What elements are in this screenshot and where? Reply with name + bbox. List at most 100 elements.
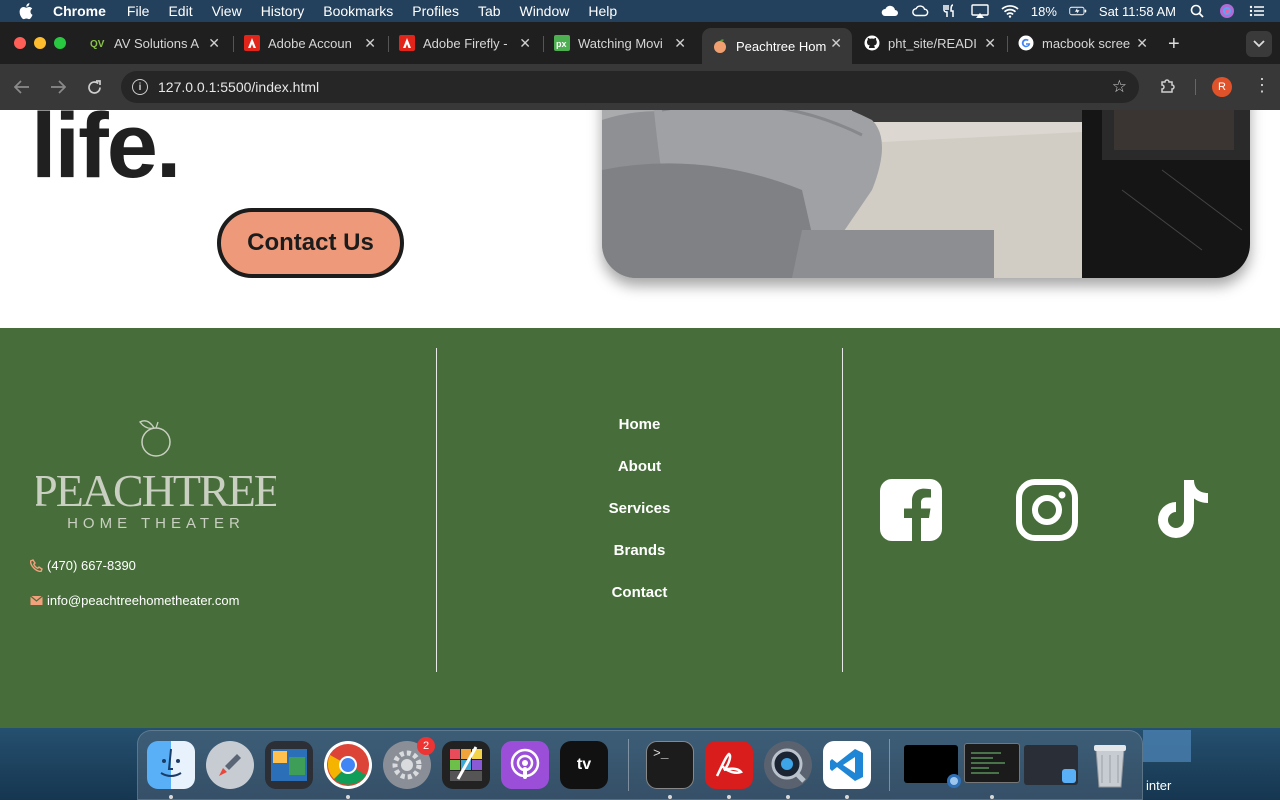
- adobe-icon: [244, 35, 260, 51]
- site-info-icon[interactable]: i: [132, 79, 148, 95]
- tab-google-search[interactable]: macbook scree ✕: [1008, 28, 1158, 58]
- pixelmator-icon[interactable]: [442, 741, 490, 789]
- tab-strip: QV AV Solutions A ✕ Adobe Accoun ✕ Adobe…: [0, 22, 1280, 64]
- tab-peachtree-home[interactable]: Peachtree Hom ✕: [702, 28, 852, 64]
- launchpad-rocket-icon[interactable]: [206, 741, 254, 789]
- tab-title: Peachtree Hom: [736, 38, 827, 54]
- fork-knife-icon[interactable]: [941, 4, 959, 18]
- system-settings-icon[interactable]: 2: [383, 737, 435, 789]
- adobe-icon: [399, 35, 415, 51]
- desktop-folder-thumbnail[interactable]: [1143, 730, 1191, 762]
- menu-view[interactable]: View: [212, 3, 242, 19]
- tab-title: pht_site/READI: [888, 35, 977, 51]
- email-text: info@peachtreehometheater.com: [47, 593, 240, 608]
- footer-link-brands[interactable]: Brands: [437, 542, 842, 584]
- address-bar[interactable]: i 127.0.0.1:5500/index.html ☆: [121, 71, 1139, 103]
- living-room-image: [602, 110, 1250, 278]
- new-tab-button[interactable]: +: [1168, 33, 1180, 56]
- profile-avatar[interactable]: R: [1212, 77, 1232, 97]
- menu-history[interactable]: History: [261, 3, 305, 19]
- close-tab-icon[interactable]: ✕: [364, 35, 376, 52]
- menu-profiles[interactable]: Profiles: [412, 3, 459, 19]
- minimize-window-button[interactable]: [34, 37, 46, 49]
- finder-window-thumbnail[interactable]: [1024, 745, 1078, 785]
- tab-github-readme[interactable]: pht_site/READI ✕: [854, 28, 1006, 58]
- vscode-icon[interactable]: [823, 741, 871, 789]
- footer-email[interactable]: info@peachtreehometheater.com: [30, 593, 239, 608]
- footer-link-home[interactable]: Home: [437, 416, 842, 458]
- control-center-icon[interactable]: [1248, 4, 1266, 18]
- wifi-icon[interactable]: [1001, 4, 1019, 18]
- contact-us-button[interactable]: Contact Us: [217, 208, 404, 278]
- close-tab-icon[interactable]: ✕: [1136, 35, 1148, 52]
- acrobat-icon[interactable]: [705, 741, 753, 789]
- peachtree-logo[interactable]: PEACHTREE HOME THEATER: [32, 418, 282, 534]
- chrome-icon[interactable]: [324, 741, 372, 789]
- menu-app-chrome[interactable]: Chrome: [53, 3, 106, 19]
- finder-icon[interactable]: [147, 741, 195, 789]
- trash-icon[interactable]: [1086, 741, 1134, 789]
- logo-wordmark: PEACHTREE: [36, 465, 276, 516]
- creative-cloud-icon[interactable]: [911, 4, 929, 18]
- bookmark-star-icon[interactable]: ☆: [1112, 77, 1127, 97]
- menu-edit[interactable]: Edit: [168, 3, 192, 19]
- macos-menu-bar: Chrome File Edit View History Bookmarks …: [0, 0, 1280, 22]
- tab-adobe-firefly[interactable]: Adobe Firefly - ✕: [389, 28, 541, 58]
- footer-link-services[interactable]: Services: [437, 500, 842, 542]
- hero-heading: life.: [31, 110, 181, 197]
- tiktok-icon[interactable]: [1150, 478, 1214, 542]
- footer-link-contact[interactable]: Contact: [437, 584, 842, 626]
- zoom-window-button[interactable]: [54, 37, 66, 49]
- image-capture-icon[interactable]: [265, 741, 313, 789]
- spotlight-search-icon[interactable]: [1188, 4, 1206, 18]
- qv-icon: QV: [90, 35, 106, 51]
- reload-icon[interactable]: [84, 77, 104, 97]
- site-footer: PEACHTREE HOME THEATER (470) 667-8390 in…: [0, 328, 1280, 728]
- siri-icon[interactable]: [1218, 4, 1236, 18]
- menu-file[interactable]: File: [127, 3, 150, 19]
- close-tab-icon[interactable]: ✕: [984, 35, 996, 52]
- airplay-icon[interactable]: [971, 4, 989, 18]
- close-tab-icon[interactable]: ✕: [674, 35, 686, 52]
- tab-title: Adobe Firefly -: [423, 35, 508, 51]
- close-tab-icon[interactable]: ✕: [830, 35, 842, 52]
- envelope-icon: [30, 594, 43, 607]
- close-tab-icon[interactable]: ✕: [208, 35, 220, 52]
- close-window-button[interactable]: [14, 37, 26, 49]
- tab-title: Watching Movi: [578, 35, 663, 51]
- extensions-puzzle-icon[interactable]: [1159, 77, 1177, 95]
- tab-av-solutions[interactable]: QV AV Solutions A ✕: [80, 28, 230, 58]
- podcasts-icon[interactable]: [501, 741, 549, 789]
- forward-arrow-icon[interactable]: [48, 77, 68, 97]
- menu-bookmarks[interactable]: Bookmarks: [323, 3, 393, 19]
- window-controls: [14, 37, 66, 49]
- window-thumbnail-dark[interactable]: [904, 745, 961, 788]
- url-text[interactable]: 127.0.0.1:5500/index.html: [158, 79, 319, 95]
- terminal-icon[interactable]: >_: [646, 741, 694, 789]
- terminal-window-thumbnail[interactable]: [964, 743, 1020, 783]
- desktop-item-label[interactable]: inter: [1146, 778, 1171, 793]
- menu-help[interactable]: Help: [588, 3, 617, 19]
- close-tab-icon[interactable]: ✕: [519, 35, 531, 52]
- tab-search-button[interactable]: [1246, 31, 1272, 57]
- svg-text:QV: QV: [90, 39, 105, 49]
- apple-icon[interactable]: [19, 2, 37, 20]
- facebook-icon[interactable]: [879, 478, 943, 542]
- tab-adobe-account[interactable]: Adobe Accoun ✕: [234, 28, 386, 58]
- menubar-clock[interactable]: Sat 11:58 AM: [1099, 4, 1176, 19]
- footer-phone[interactable]: (470) 667-8390: [30, 558, 136, 573]
- notification-badge: 2: [417, 737, 435, 755]
- more-menu-icon[interactable]: ⋮: [1253, 76, 1271, 94]
- tab-title: AV Solutions A: [114, 35, 200, 51]
- back-arrow-icon[interactable]: [12, 77, 32, 97]
- cloud-sync-icon[interactable]: [881, 4, 899, 18]
- quicktime-icon[interactable]: [764, 741, 812, 789]
- phone-icon: [30, 559, 43, 572]
- apple-tv-icon[interactable]: tv: [560, 741, 608, 789]
- tab-watching-movies[interactable]: px Watching Movi ✕: [544, 28, 696, 58]
- battery-icon[interactable]: [1069, 4, 1087, 18]
- menu-window[interactable]: Window: [520, 3, 570, 19]
- menu-tab[interactable]: Tab: [478, 3, 501, 19]
- footer-link-about[interactable]: About: [437, 458, 842, 500]
- instagram-icon[interactable]: [1015, 478, 1079, 542]
